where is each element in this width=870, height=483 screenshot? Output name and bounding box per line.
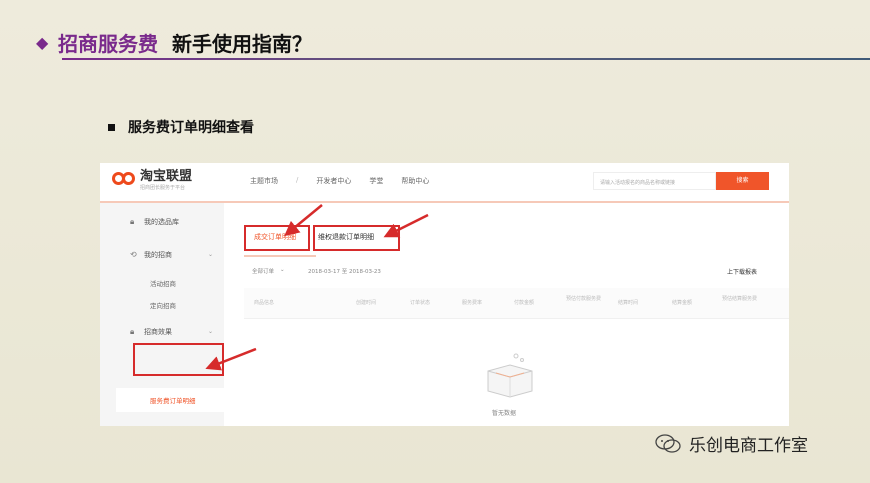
logo-slogan: 招商团长服务于平台	[140, 185, 186, 191]
table-header-cell: 订单状态	[410, 300, 431, 306]
top-bar: 淘宝联盟 招商团长服务于平台 主题市场 / 开发者中心 学堂 帮助中心 请输入活…	[100, 163, 789, 203]
table-header-cell: 预估付款服务费	[566, 296, 602, 302]
chevron-down-icon[interactable]: ⌄	[208, 328, 213, 335]
title-main: 新手使用指南？	[172, 32, 312, 56]
lock-icon: 🔒︎	[130, 217, 135, 226]
lock-icon: 🔒︎	[130, 327, 135, 336]
watermark: 乐创电商工作室	[655, 431, 808, 456]
sidebar: 🔒︎ 我的选品库 ⟲ 我的招商 ⌄ 活动招商 定向招商 🔒︎ 招商效果 ⌄ 服务…	[100, 203, 224, 426]
nav-help-center[interactable]: 帮助中心	[401, 176, 429, 186]
bullet-text: 服务费订单明细查看	[128, 120, 254, 136]
search-input[interactable]: 请输入活动报名的商品名称或链接	[593, 172, 716, 190]
watermark-text: 乐创电商工作室	[689, 436, 808, 456]
title-colored: 招商服务费	[58, 32, 158, 56]
header-divider	[62, 58, 870, 60]
sidebar-sub-directed[interactable]: 定向招商	[150, 300, 176, 310]
sidebar-item-service-fee-details[interactable]: 服务费订单明细	[116, 388, 224, 412]
sidebar-active-label: 服务费订单明细	[150, 397, 196, 405]
sidebar-item-recruit-effect[interactable]: 招商效果	[144, 327, 172, 337]
nav-theme-market[interactable]: 主题市场	[250, 176, 278, 186]
diamond-icon: ◆	[36, 33, 49, 52]
empty-state-text: 暂无数据	[492, 410, 517, 417]
tab-underline	[244, 255, 316, 257]
logo-mark-icon	[112, 172, 136, 188]
table-header-cell: 预估结算服务费	[722, 296, 758, 302]
search-button[interactable]: 搜索	[716, 172, 769, 190]
nav-separator: /	[296, 176, 299, 184]
table-header-cell: 商品信息	[254, 300, 275, 306]
table-header-cell: 付款金额	[514, 300, 535, 306]
sidebar-item-selection-library[interactable]: 我的选品库	[144, 217, 179, 227]
nav-developer-center[interactable]: 开发者中心	[316, 176, 351, 186]
table-header-cell: 结算时间	[618, 300, 639, 306]
sidebar-item-my-recruit[interactable]: 我的招商	[144, 250, 172, 260]
slide: ◆ 招商服务费 新手使用指南？ 服务费订单明细查看 淘宝联盟 招商团长服务于平台…	[0, 0, 870, 483]
slide-header: ◆ 招商服务费 新手使用指南？	[36, 28, 312, 57]
highlight-box-tab2	[313, 225, 400, 251]
embedded-screenshot: 淘宝联盟 招商团长服务于平台 主题市场 / 开发者中心 学堂 帮助中心 请输入活…	[100, 163, 789, 426]
table-header-cell: 服务费率	[462, 300, 483, 306]
highlight-box-tab1	[244, 225, 310, 251]
table-header-cell: 结算金额	[672, 300, 693, 306]
highlight-box-sidebar	[133, 343, 224, 376]
chevron-down-icon: ⌄	[280, 267, 285, 273]
order-filter-select[interactable]: 全部订单	[252, 267, 274, 275]
chevron-down-icon[interactable]: ⌄	[208, 251, 213, 258]
nav-academy[interactable]: 学堂	[369, 176, 383, 186]
table-header-cell: 创建时间	[356, 300, 377, 306]
taobao-alliance-logo[interactable]: 淘宝联盟 招商团长服务于平台	[112, 169, 192, 192]
date-range-picker[interactable]: 2018-03-17 至 2018-03-23	[308, 267, 381, 275]
wechat-icon	[655, 433, 681, 453]
table-header: 商品信息 创建时间 订单状态 服务费率 付款金额 预估付款服务费 结算时间 结算…	[244, 288, 789, 319]
square-bullet-icon	[108, 123, 115, 131]
download-report-link[interactable]: 上下载报表	[727, 267, 757, 276]
bullet-point: 服务费订单明细查看	[108, 117, 254, 137]
top-nav: 主题市场 / 开发者中心 学堂 帮助中心	[250, 176, 447, 186]
logo-name: 淘宝联盟	[140, 169, 193, 184]
recruit-icon: ⟲	[130, 250, 137, 259]
empty-box-icon	[487, 353, 533, 398]
sidebar-sub-activity[interactable]: 活动招商	[150, 278, 176, 288]
